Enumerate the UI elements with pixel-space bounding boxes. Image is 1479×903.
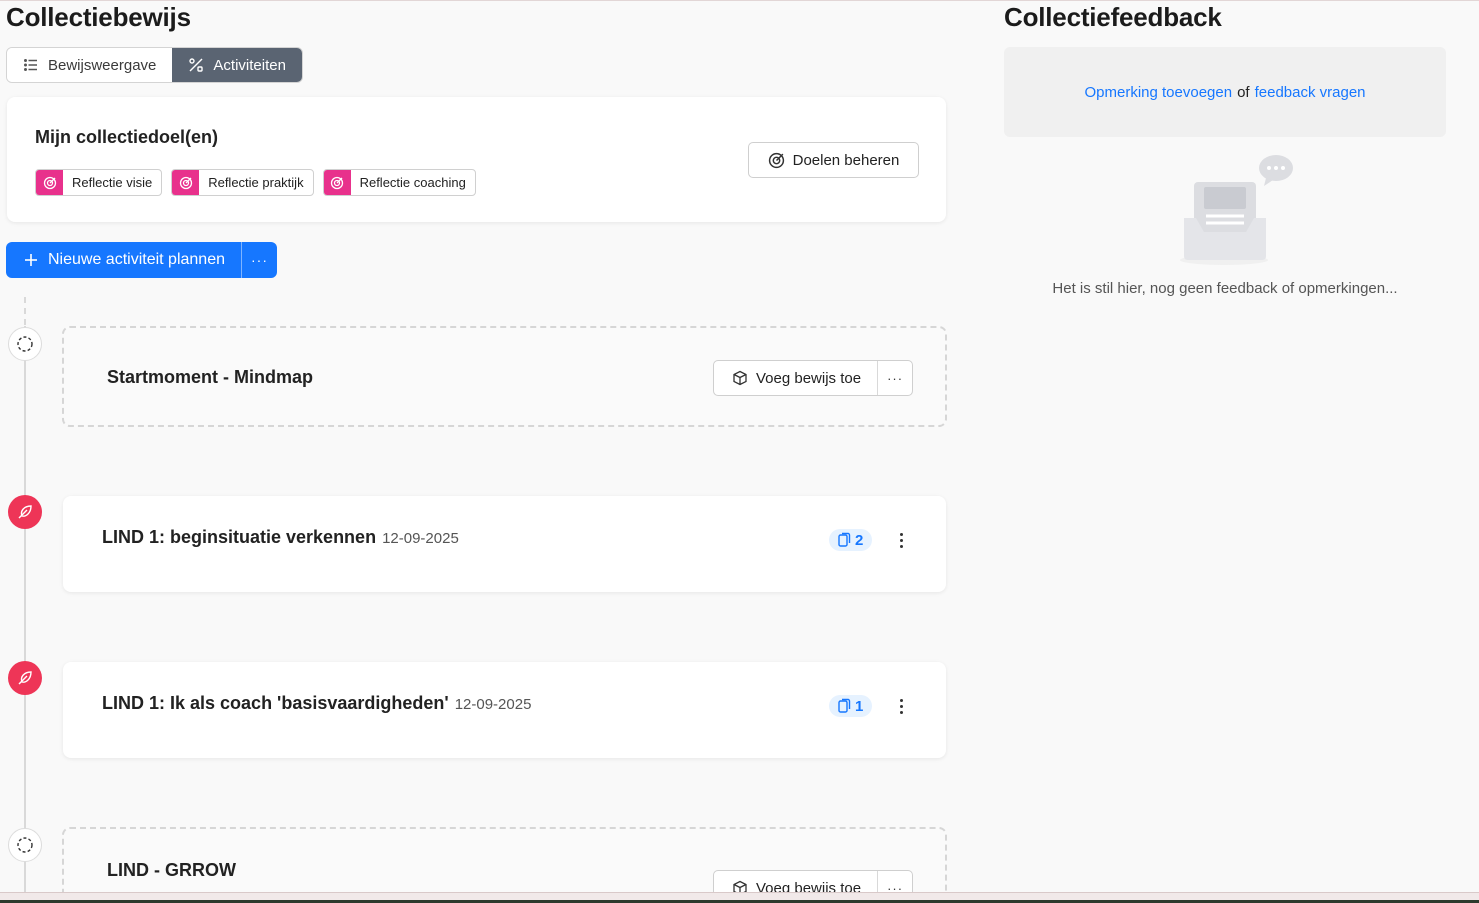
target-icon xyxy=(172,170,200,195)
or-text: of xyxy=(1237,83,1250,101)
new-activity-button[interactable]: Nieuwe activiteit plannen xyxy=(6,242,241,278)
tab-label: Activiteiten xyxy=(213,56,286,74)
goals-card: Mijn collectiedoel(en) Reflectie visie R… xyxy=(7,97,946,222)
timeline-dashed-start xyxy=(24,297,26,325)
activity-title-row: LIND 1: beginsituatie verkennen 12-09-202… xyxy=(102,527,459,548)
activity-title: LIND 1: Ik als coach 'basisvaardigheden' xyxy=(102,693,449,713)
view-toggle: Bewijsweergave Activiteiten xyxy=(6,47,303,83)
proof-count-badge: 1 xyxy=(829,695,873,717)
add-proof-split-button: Voeg bewijs toe ··· xyxy=(713,360,914,396)
activity-card[interactable]: LIND 1: beginsituatie verkennen 12-09-202… xyxy=(63,496,946,592)
add-proof-label: Voeg bewijs toe xyxy=(756,369,862,387)
activity-kebab-menu[interactable] xyxy=(891,694,911,718)
timeline-node-activity xyxy=(8,495,42,529)
timeline-node-empty xyxy=(8,327,42,361)
target-icon xyxy=(323,170,351,195)
goals-title: Mijn collectiedoel(en) xyxy=(35,127,219,147)
goal-chip[interactable]: Reflectie visie xyxy=(35,169,163,196)
tab-bewijsweergave[interactable]: Bewijsweergave xyxy=(7,48,173,82)
feedback-actions-box: Opmerking toevoegen of feedback vragen xyxy=(1004,47,1446,137)
copy-icon xyxy=(838,698,851,713)
goal-chip[interactable]: Reflectie praktijk xyxy=(171,169,314,196)
new-activity-more-button[interactable]: ··· xyxy=(241,242,277,278)
activity-title: LIND - GRROW xyxy=(107,860,236,880)
goal-chip-label: Reflectie coaching xyxy=(359,175,466,190)
manage-goals-button[interactable]: Doelen beheren xyxy=(748,142,919,178)
timeline-line xyxy=(24,326,26,892)
tools-icon xyxy=(189,58,204,72)
dashed-circle-icon xyxy=(17,837,33,853)
empty-feedback-text: Het is stil hier, nog geen feedback of o… xyxy=(1052,280,1398,297)
activity-kebab-menu[interactable] xyxy=(891,528,911,552)
tab-label: Bewijsweergave xyxy=(48,56,157,74)
feather-icon xyxy=(18,671,32,685)
bottom-strip xyxy=(0,892,1479,903)
timeline-node-activity xyxy=(8,661,42,695)
request-feedback-link[interactable]: feedback vragen xyxy=(1255,84,1366,101)
add-proof-button[interactable]: Voeg bewijs toe xyxy=(714,361,879,395)
target-icon xyxy=(768,152,784,168)
plus-icon xyxy=(25,254,37,266)
proof-count-badge: 2 xyxy=(829,529,873,551)
new-activity-label: Nieuwe activiteit plannen xyxy=(48,251,225,268)
goal-chip[interactable]: Reflectie coaching xyxy=(322,169,476,196)
activity-title: Startmoment - Mindmap xyxy=(107,367,314,387)
activity-date: 12-09-2025 xyxy=(382,530,459,547)
collection-feedback-title: Collectiefeedback xyxy=(1004,2,1222,32)
feather-icon xyxy=(18,505,32,519)
proof-count: 2 xyxy=(855,531,864,549)
copy-icon xyxy=(838,532,851,547)
collection-proof-title: Collectiebewijs xyxy=(6,2,191,32)
target-icon xyxy=(36,170,63,195)
goal-chip-label: Reflectie visie xyxy=(72,175,153,190)
activity-title-row: LIND 1: Ik als coach 'basisvaardigheden'… xyxy=(102,693,531,714)
add-comment-link[interactable]: Opmerking toevoegen xyxy=(1084,84,1232,101)
list-icon xyxy=(24,59,37,71)
new-activity-split-button: Nieuwe activiteit plannen ··· xyxy=(6,242,277,278)
activity-date: 12-09-2025 xyxy=(454,696,532,713)
top-border xyxy=(0,0,1479,1)
activity-card[interactable]: LIND 1: Ik als coach 'basisvaardigheden'… xyxy=(63,662,946,758)
tab-activiteiten[interactable]: Activiteiten xyxy=(172,48,302,82)
empty-inbox-illustration xyxy=(1180,155,1293,265)
activity-card-planned: Startmoment - Mindmap Voeg bewijs toe ··… xyxy=(62,326,947,427)
dashed-circle-icon xyxy=(17,336,33,352)
goal-chips: Reflectie visie Reflectie praktijk Refle… xyxy=(35,169,476,196)
goal-chip-label: Reflectie praktijk xyxy=(208,175,304,190)
manage-goals-label: Doelen beheren xyxy=(792,151,900,169)
activity-title: LIND 1: beginsituatie verkennen xyxy=(102,527,377,547)
proof-count: 1 xyxy=(855,697,864,715)
box-icon xyxy=(733,370,747,386)
timeline-node-empty xyxy=(8,828,42,862)
activity-more-button[interactable]: ··· xyxy=(878,361,912,395)
